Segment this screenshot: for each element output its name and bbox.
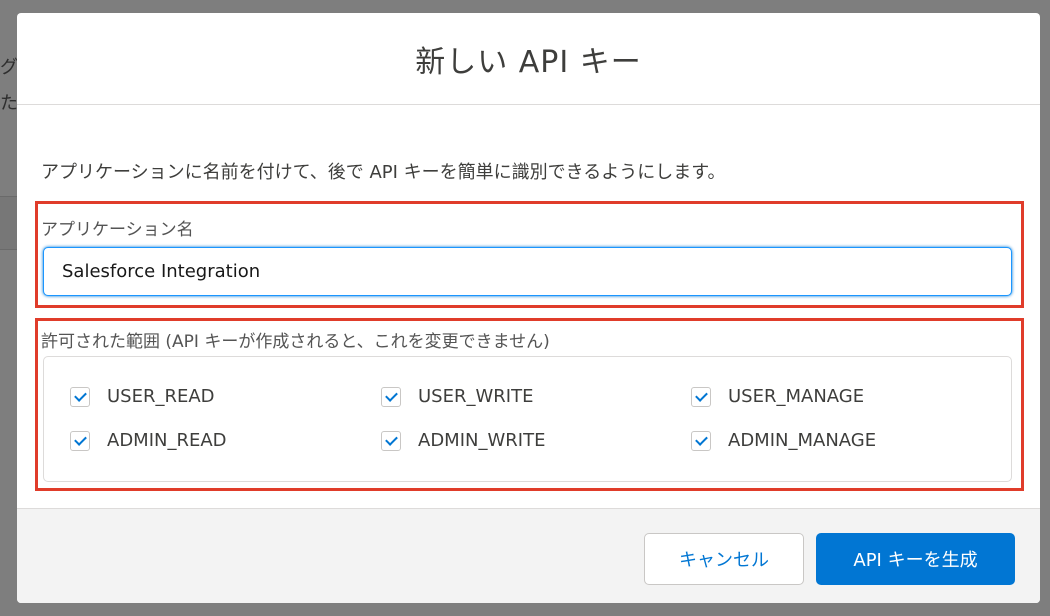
dialog-header: 新しい API キー [17,13,1040,105]
dialog-title: 新しい API キー [415,44,642,80]
scope-label: USER_WRITE [418,386,534,407]
scope-admin-write[interactable]: ADMIN_WRITE [381,430,545,451]
scope-user-manage[interactable]: USER_MANAGE [691,386,864,407]
scope-admin-manage[interactable]: ADMIN_MANAGE [691,430,876,451]
scopes-group: USER_READ USER_WRITE USER_MANAGE ADMIN_R… [43,356,1012,482]
generate-api-key-button[interactable]: API キーを生成 [816,533,1015,585]
checkbox[interactable] [381,430,401,451]
cancel-button[interactable]: キャンセル [644,533,804,585]
check-icon [384,432,398,446]
check-icon [384,388,398,402]
scope-label: ADMIN_WRITE [418,430,546,451]
scope-user-read[interactable]: USER_READ [70,386,215,407]
check-icon [73,388,87,402]
scope-label: USER_MANAGE [728,386,865,407]
checkbox[interactable] [70,386,90,407]
checkbox[interactable] [381,386,401,407]
dialog-footer: キャンセル API キーを生成 [17,508,1040,603]
scope-user-write[interactable]: USER_WRITE [381,386,533,407]
new-api-key-dialog: 新しい API キー アプリケーションに名前を付けて、後で API キーを簡単に… [17,13,1040,603]
dialog-intro-text: アプリケーションに名前を付けて、後で API キーを簡単に識別できるようにします… [41,162,726,183]
app-name-input[interactable] [43,247,1012,296]
scope-label: ADMIN_READ [107,430,227,451]
checkbox[interactable] [691,386,711,407]
scope-label: ADMIN_MANAGE [728,430,877,451]
app-name-label: アプリケーション名 [41,220,194,240]
scope-admin-read[interactable]: ADMIN_READ [70,430,227,451]
check-icon [73,432,87,446]
checkbox[interactable] [70,430,90,451]
scopes-label: 許可された範囲 (API キーが作成されると、これを変更できません) [41,332,550,352]
scope-label: USER_READ [107,386,215,407]
check-icon [694,432,708,446]
check-icon [694,388,708,402]
checkbox[interactable] [691,430,711,451]
